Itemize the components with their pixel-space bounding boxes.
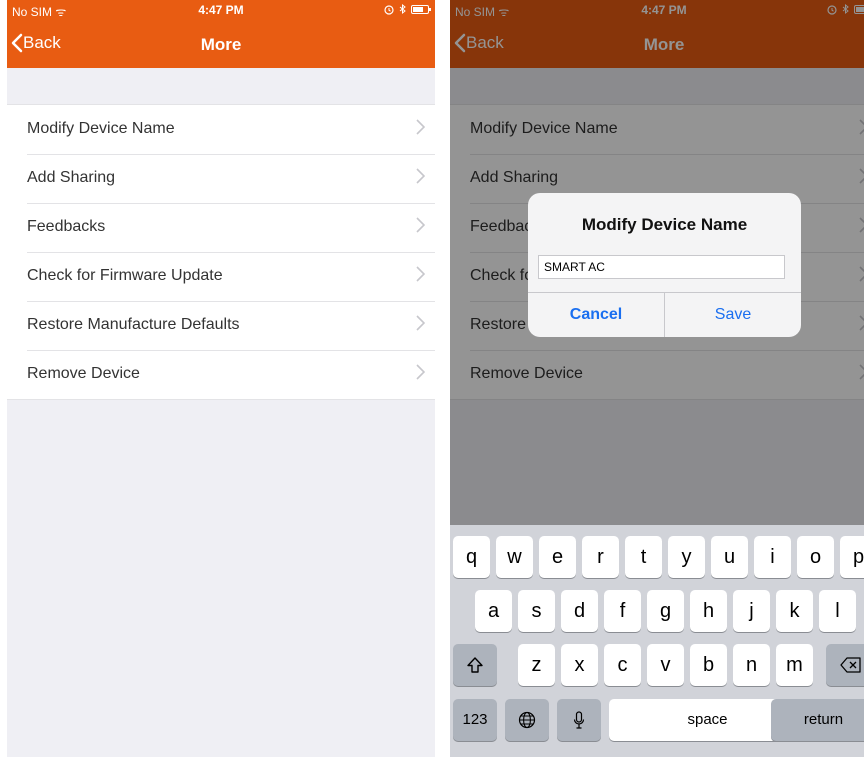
- device-name-input[interactable]: SMART AC: [538, 255, 785, 279]
- key-d[interactable]: d: [561, 590, 598, 632]
- chevron-right-icon: [416, 266, 425, 282]
- key-b[interactable]: b: [690, 644, 727, 686]
- status-bar: No SIM ᯤ 4:47 PM: [7, 0, 435, 20]
- menu-item-label: Remove Device: [27, 365, 140, 382]
- key-v[interactable]: v: [647, 644, 684, 686]
- settings-menu: Modify Device Name Add Sharing Feedbacks…: [7, 104, 435, 400]
- globe-icon: [518, 711, 536, 729]
- key-z[interactable]: z: [518, 644, 555, 686]
- modify-device-name-dialog: Modify Device Name SMART AC Cancel Save: [528, 193, 801, 337]
- key-e[interactable]: e: [539, 536, 576, 578]
- shift-icon: [467, 657, 483, 673]
- shift-key[interactable]: [453, 644, 497, 686]
- key-o[interactable]: o: [797, 536, 834, 578]
- key-k[interactable]: k: [776, 590, 813, 632]
- chevron-right-icon: [416, 168, 425, 184]
- more-screen: No SIM ᯤ 4:47 PM Back More Modify Device…: [7, 0, 435, 757]
- bluetooth-icon: [399, 4, 406, 15]
- key-a[interactable]: a: [475, 590, 512, 632]
- cancel-button[interactable]: Cancel: [528, 292, 664, 337]
- menu-item-label: Add Sharing: [27, 169, 116, 186]
- key-l[interactable]: l: [819, 590, 856, 632]
- page-title: More: [200, 35, 242, 54]
- globe-key[interactable]: [505, 699, 549, 741]
- chevron-right-icon: [416, 364, 425, 380]
- menu-item-add-sharing[interactable]: Add Sharing: [7, 154, 435, 203]
- key-w[interactable]: w: [496, 536, 533, 578]
- menu-item-firmware-update[interactable]: Check for Firmware Update: [7, 252, 435, 301]
- key-i[interactable]: i: [754, 536, 791, 578]
- key-n[interactable]: n: [733, 644, 770, 686]
- key-j[interactable]: j: [733, 590, 770, 632]
- menu-item-feedbacks[interactable]: Feedbacks: [7, 203, 435, 252]
- battery-icon: [411, 5, 431, 14]
- menu-item-remove-device[interactable]: Remove Device: [7, 350, 435, 399]
- menu-item-label: Check for Firmware Update: [27, 267, 223, 284]
- chevron-right-icon: [416, 315, 425, 331]
- navigation-bar: Back More: [7, 20, 435, 68]
- key-r[interactable]: r: [582, 536, 619, 578]
- menu-item-label: Restore Manufacture Defaults: [27, 316, 240, 333]
- key-y[interactable]: y: [668, 536, 705, 578]
- menu-item-label: Modify Device Name: [27, 120, 175, 137]
- chevron-right-icon: [416, 119, 425, 135]
- onscreen-keyboard: q w e r t y u i o p a s d f g h j k l z …: [450, 525, 864, 757]
- return-key[interactable]: return: [771, 699, 864, 741]
- menu-item-restore-defaults[interactable]: Restore Manufacture Defaults: [7, 301, 435, 350]
- dictation-key[interactable]: [557, 699, 601, 741]
- backspace-key[interactable]: [826, 644, 864, 686]
- key-p[interactable]: p: [840, 536, 864, 578]
- numbers-key[interactable]: 123: [453, 699, 497, 741]
- clock: 4:47 PM: [198, 3, 244, 17]
- key-m[interactable]: m: [776, 644, 813, 686]
- key-c[interactable]: c: [604, 644, 641, 686]
- menu-item-label: Feedbacks: [27, 218, 106, 235]
- key-g[interactable]: g: [647, 590, 684, 632]
- save-button[interactable]: Save: [665, 292, 801, 337]
- key-h[interactable]: h: [690, 590, 727, 632]
- microphone-icon: [573, 711, 585, 729]
- key-f[interactable]: f: [604, 590, 641, 632]
- chevron-right-icon: [416, 217, 425, 233]
- dialog-title: Modify Device Name: [581, 215, 748, 234]
- rename-dialog-screen: No SIM ᯤ 4:47 PM Back More Modify Device…: [450, 0, 864, 757]
- backspace-icon: [840, 657, 861, 673]
- alarm-icon: [384, 4, 394, 15]
- key-x[interactable]: x: [561, 644, 598, 686]
- key-s[interactable]: s: [518, 590, 555, 632]
- key-t[interactable]: t: [625, 536, 662, 578]
- key-q[interactable]: q: [453, 536, 490, 578]
- key-u[interactable]: u: [711, 536, 748, 578]
- menu-item-modify-device-name[interactable]: Modify Device Name: [7, 105, 435, 154]
